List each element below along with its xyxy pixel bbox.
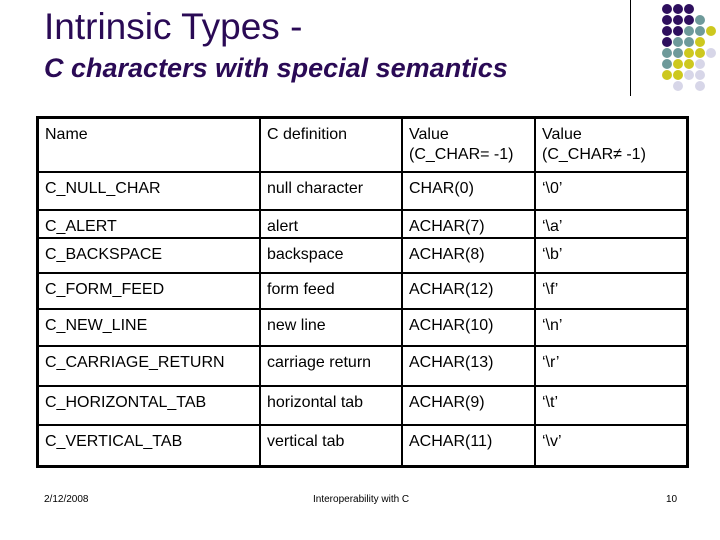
header-text: Value [542,126,582,143]
cell-c-definition: form feed [259,271,403,310]
cell-value-eq: ACHAR(10) [401,307,536,347]
cell-c-definition: alert [259,208,403,239]
decorative-dot [662,15,672,25]
decorative-dot [673,59,683,69]
decorative-dot [662,26,672,36]
table-header-row: Name C definition Value (C_CHAR= -1) Valu… [36,116,689,173]
cell-value-eq: CHAR(0) [401,170,536,211]
cell-value-neq: ‘\v’ [534,423,689,468]
decorative-dot [662,4,672,14]
cell-name: C_CARRIAGE_RETURN [36,344,261,387]
cell-value-eq: ACHAR(7) [401,208,536,239]
cell-name: C_HORIZONTAL_TAB [36,384,261,426]
footer-date: 2/12/2008 [44,494,89,505]
decorative-dot [684,4,694,14]
header-text: (C_CHAR≠ -1) [542,146,646,163]
cell-value-neq: ‘\b’ [534,236,689,274]
decorative-dot [662,48,672,58]
cell-value-eq: ACHAR(12) [401,271,536,310]
header-cell-value-neq: Value (C_CHAR≠ -1) [534,116,689,173]
table-row: C_NULL_CHAR null character CHAR(0) ‘\0’ [36,170,689,211]
table-row: C_ALERT alert ACHAR(7) ‘\a’ [36,208,689,239]
decorative-dot [662,59,672,69]
cell-name: C_BACKSPACE [36,236,261,274]
decorative-dot [684,48,694,58]
table-row: C_HORIZONTAL_TAB horizontal tab ACHAR(9) ‘\… [36,384,689,426]
decorative-dot [695,70,705,80]
cell-c-definition: null character [259,170,403,211]
decorative-dot [684,26,694,36]
cell-value-neq: ‘\n’ [534,307,689,347]
table-row: C_NEW_LINE new line ACHAR(10) ‘\n’ [36,307,689,347]
cell-value-eq: ACHAR(8) [401,236,536,274]
cell-c-definition: horizontal tab [259,384,403,426]
decorative-dot [673,81,683,91]
decorative-dot [673,15,683,25]
cell-value-neq: ‘\0’ [534,170,689,211]
decorative-dot [673,70,683,80]
header-cell-c-definition: C definition [259,116,403,173]
footer-title: Interoperability with C [313,494,410,505]
cell-value-neq: ‘\f’ [534,271,689,310]
decorative-dot [673,48,683,58]
table-row: C_FORM_FEED form feed ACHAR(12) ‘\f’ [36,271,689,310]
decorative-dot [684,70,694,80]
cell-name: C_FORM_FEED [36,271,261,310]
decorative-dot [695,37,705,47]
cell-value-neq: ‘\a’ [534,208,689,239]
decorative-dot [706,48,716,58]
cell-c-definition: vertical tab [259,423,403,468]
cell-value-neq: ‘\r’ [534,344,689,387]
cell-name: C_ALERT [36,208,261,239]
decorative-dot [684,59,694,69]
cell-name: C_VERTICAL_TAB [36,423,261,468]
decorative-dot [684,15,694,25]
header-text: Name [45,126,88,143]
cell-value-eq: ACHAR(11) [401,423,536,468]
header-cell-value-eq: Value (C_CHAR= -1) [401,116,536,173]
table-row: C_CARRIAGE_RETURN carriage return ACHAR(13… [36,344,689,387]
decorative-dot [673,4,683,14]
cell-value-neq: ‘\t’ [534,384,689,426]
decorative-dot [695,59,705,69]
decorative-dot [695,81,705,91]
cell-value-eq: ACHAR(9) [401,384,536,426]
header-text: C definition [267,126,348,143]
cell-name: C_NULL_CHAR [36,170,261,211]
footer-page-number: 10 [666,494,678,505]
cell-c-definition: backspace [259,236,403,274]
header-text: (C_CHAR= -1) [409,146,514,163]
decorative-dot [662,37,672,47]
decorative-dot [706,26,716,36]
decorative-dot [695,15,705,25]
decorative-dot [673,26,683,36]
decorative-dot [673,37,683,47]
header-cell-name: Name [36,116,261,173]
cell-c-definition: new line [259,307,403,347]
decorative-dot-grid-icon [662,4,716,91]
decorative-dot [684,37,694,47]
header-text: Value [409,126,449,143]
cell-value-eq: ACHAR(13) [401,344,536,387]
table-row: C_BACKSPACE backspace ACHAR(8) ‘\b’ [36,236,689,274]
decorative-dot [695,48,705,58]
decorative-dot [662,70,672,80]
decorative-dot [695,26,705,36]
table-row: C_VERTICAL_TAB vertical tab ACHAR(11) ‘\v’ [36,423,689,468]
cell-c-definition: carriage return [259,344,403,387]
cell-name: C_NEW_LINE [36,307,261,347]
special-characters-table: Name C definition Value (C_CHAR= -1) Valu… [36,116,689,468]
